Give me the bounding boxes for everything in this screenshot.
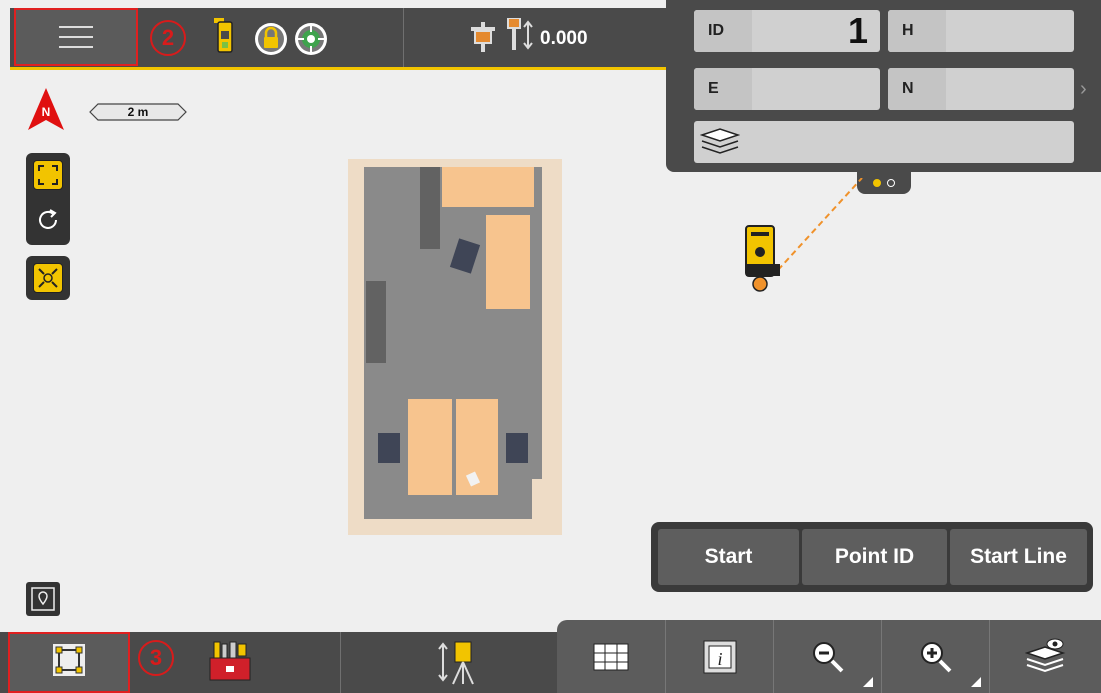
zoom-in-button[interactable] [881, 620, 989, 693]
table-button[interactable] [557, 620, 665, 693]
e-label: E [694, 68, 752, 110]
next-page-chevron-icon[interactable]: › [1080, 78, 1087, 101]
north-label: N [42, 105, 51, 119]
view-toolbar: i [557, 620, 1101, 693]
scale-bar: 2 m [88, 103, 188, 121]
svg-text:i: i [717, 649, 722, 669]
north-arrow-icon: N [26, 86, 66, 137]
info-panel: ID 1 H E N › [666, 0, 1101, 172]
annotation-marker-3: 3 [138, 640, 174, 676]
start-button[interactable]: Start [658, 529, 799, 585]
divider [403, 8, 404, 67]
lock-icon[interactable] [254, 22, 288, 61]
menu-button[interactable] [14, 8, 138, 66]
zoom-extent-icon[interactable] [33, 160, 63, 190]
target-icon[interactable] [294, 22, 328, 61]
page-dot-active[interactable] [873, 179, 881, 187]
id-field[interactable]: ID 1 [694, 10, 880, 52]
prism-icon[interactable] [470, 22, 496, 57]
floor-plan[interactable] [346, 159, 572, 542]
n-label: N [888, 68, 946, 110]
layer-field[interactable] [694, 121, 1074, 163]
layer-visibility-icon [1024, 638, 1065, 672]
toolbox-icon[interactable] [208, 640, 252, 689]
info-icon: i [703, 640, 736, 673]
zoom-out-button[interactable] [773, 620, 881, 693]
n-field[interactable]: N [888, 68, 1074, 110]
info-button[interactable]: i [665, 620, 773, 693]
start-line-button[interactable]: Start Line [950, 529, 1087, 585]
zoom-out-icon [812, 641, 843, 672]
scale-label: 2 m [127, 105, 149, 119]
rotate-icon[interactable] [35, 207, 61, 238]
table-icon [593, 643, 629, 670]
height-value: 0.000 [540, 28, 588, 49]
divider [340, 632, 341, 693]
plan-view-button[interactable] [8, 632, 130, 693]
id-label: ID [694, 10, 752, 52]
instrument-station[interactable] [742, 177, 872, 303]
e-field[interactable]: E [694, 68, 880, 110]
h-field[interactable]: H [888, 10, 1074, 52]
id-value: 1 [847, 10, 868, 51]
page-dot[interactable] [887, 179, 895, 187]
center-group [26, 256, 70, 300]
h-label: H [888, 10, 946, 52]
point-id-button[interactable]: Point ID [802, 529, 947, 585]
layer-visibility-button[interactable] [989, 620, 1101, 693]
height-icon [506, 17, 536, 57]
action-buttons: Start Point ID Start Line [651, 522, 1093, 592]
center-icon[interactable] [33, 263, 63, 293]
setup-icon[interactable] [437, 640, 477, 691]
map-pin-icon[interactable] [26, 582, 60, 616]
annotation-marker-2: 2 [150, 20, 186, 56]
zoom-in-icon [920, 641, 951, 672]
menu-icon [59, 36, 93, 38]
layers-icon [699, 127, 741, 162]
plan-icon [52, 643, 86, 682]
instrument-icon[interactable] [210, 18, 240, 61]
view-tools-group [26, 153, 70, 245]
